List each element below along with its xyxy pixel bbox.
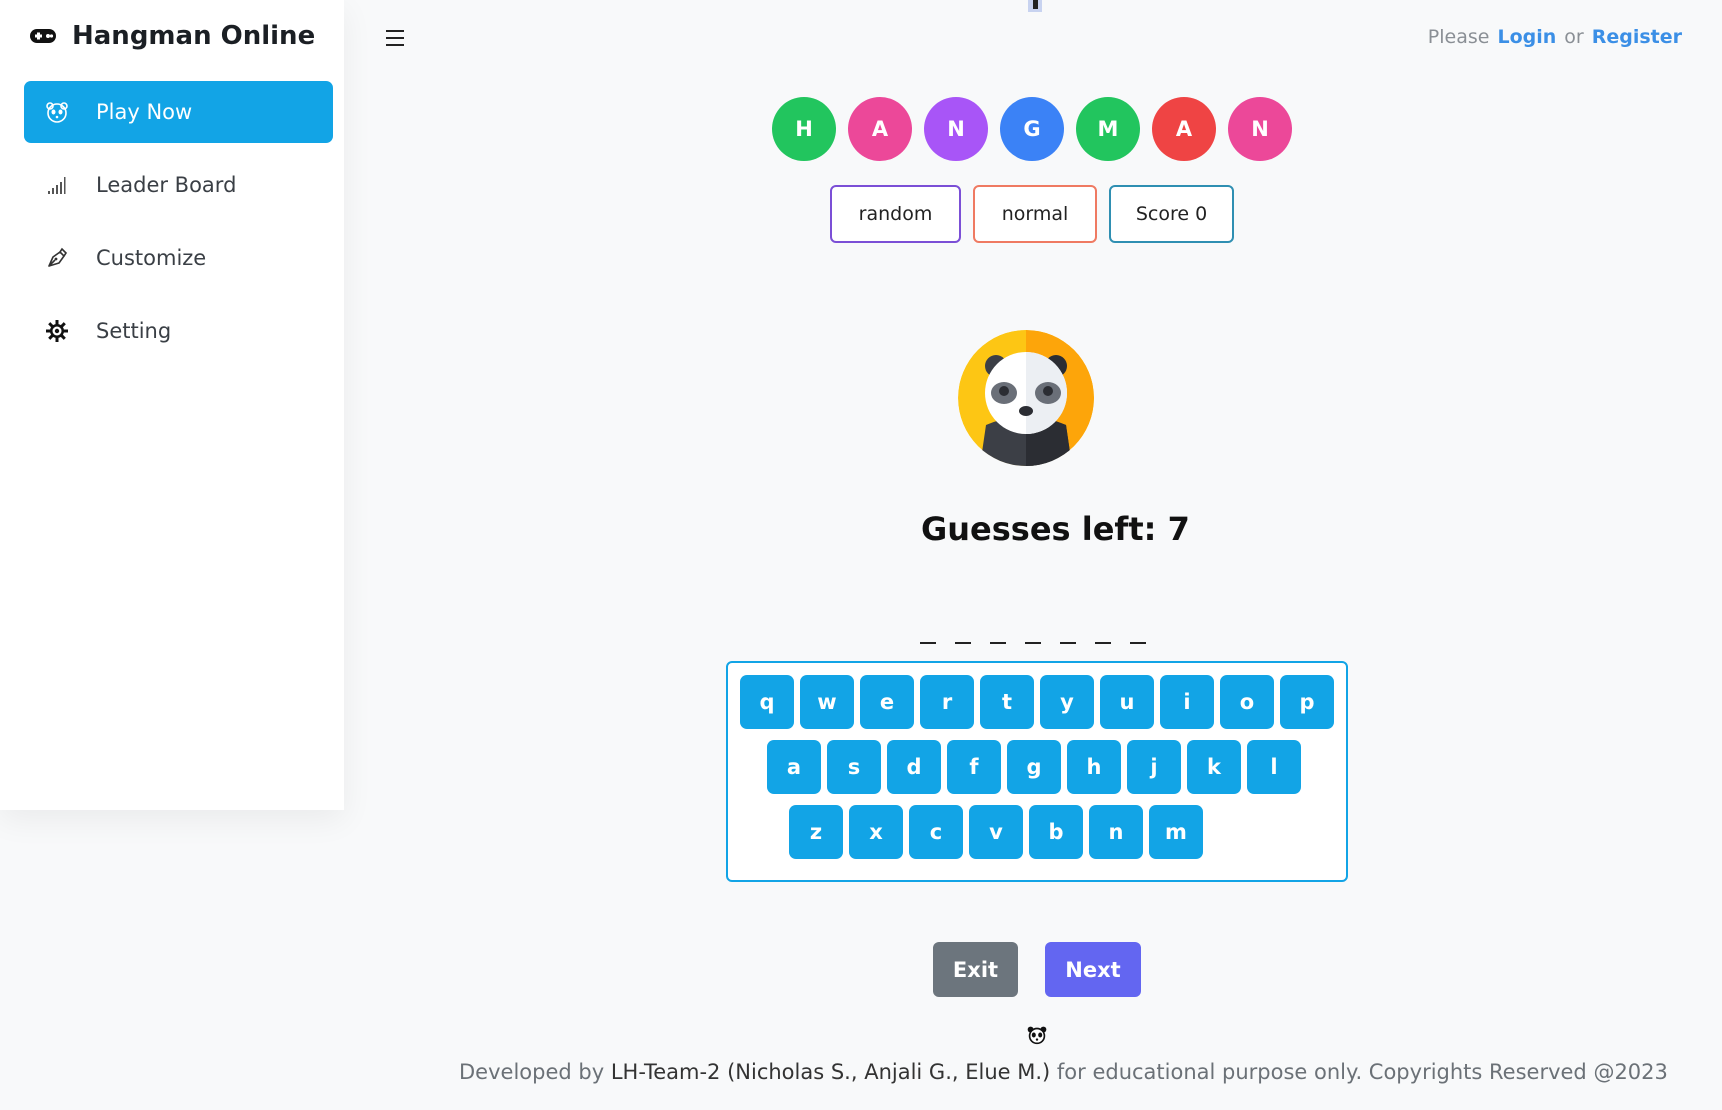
difficulty-badge: normal	[973, 185, 1097, 243]
sidebar-item-label: Play Now	[96, 100, 193, 124]
key-q[interactable]: q	[740, 675, 794, 729]
footer-team: LH-Team-2 (Nicholas S., Anjali G., Elue …	[610, 1060, 1051, 1084]
auth-prefix: Please	[1427, 26, 1490, 48]
key-d[interactable]: d	[887, 740, 941, 794]
menu-toggle-button[interactable]	[386, 26, 410, 50]
title-letter-circle: M	[1076, 97, 1140, 161]
auth-prompt: Please Login or Register	[1428, 26, 1682, 48]
keyboard-row-3: zxcvbnm	[789, 805, 1203, 859]
key-b[interactable]: b	[1029, 805, 1083, 859]
letter-blank	[1060, 642, 1076, 644]
category-badge: random	[830, 185, 961, 243]
sidebar-item-label: Leader Board	[96, 173, 237, 197]
key-k[interactable]: k	[1187, 740, 1241, 794]
key-j[interactable]: j	[1127, 740, 1181, 794]
pen-nib-icon	[44, 245, 70, 271]
title-letter-circle: N	[1228, 97, 1292, 161]
panda-icon	[44, 99, 70, 125]
sidebar-item-label: Customize	[96, 246, 207, 270]
title-letter-circle: A	[848, 97, 912, 161]
key-l[interactable]: l	[1247, 740, 1301, 794]
word-blanks	[920, 626, 1146, 644]
keyboard-row-2: asdfghjkl	[767, 740, 1301, 794]
key-r[interactable]: r	[920, 675, 974, 729]
guesses-left-text: Guesses left: 7	[921, 510, 1190, 548]
footer-prefix: Developed by	[459, 1060, 605, 1084]
brand[interactable]: Hangman Online	[30, 18, 315, 54]
key-z[interactable]: z	[789, 805, 843, 859]
guesses-left-container: Guesses left: 7	[921, 510, 1190, 548]
next-button[interactable]: Next	[1045, 942, 1141, 997]
title-letter-circle: N	[924, 97, 988, 161]
key-m[interactable]: m	[1149, 805, 1203, 859]
key-h[interactable]: h	[1067, 740, 1121, 794]
panda-icon	[1026, 1024, 1048, 1046]
sidebar-nav: Play Now Leader Board Customize Setting	[24, 81, 333, 373]
footer-credits: Developed by LH-Team-2 (Nicholas S., Anj…	[459, 1060, 1668, 1084]
key-x[interactable]: x	[849, 805, 903, 859]
key-n[interactable]: n	[1089, 805, 1143, 859]
title-letter-circles: HANGMAN	[772, 97, 1292, 161]
footer-suffix: for educational purpose only. Copyrights…	[1056, 1060, 1668, 1084]
letter-blank	[920, 642, 936, 644]
exit-button[interactable]: Exit	[933, 942, 1018, 997]
key-v[interactable]: v	[969, 805, 1023, 859]
login-link[interactable]: Login	[1497, 26, 1556, 48]
sidebar-item-customize[interactable]: Customize	[24, 227, 333, 289]
panda-avatar	[958, 330, 1094, 466]
letter-blank	[990, 642, 1006, 644]
title-letter-circle: G	[1000, 97, 1064, 161]
key-o[interactable]: o	[1220, 675, 1274, 729]
letter-blank	[1130, 642, 1146, 644]
title-letter-circle: A	[1152, 97, 1216, 161]
hamburger-line	[386, 37, 404, 39]
game-info-badges: random normal Score 0	[830, 185, 1234, 243]
hamburger-line	[386, 30, 404, 32]
letter-blank	[1025, 642, 1041, 644]
game-actions: Exit Next	[933, 942, 1141, 997]
sidebar-item-label: Setting	[96, 319, 172, 343]
key-s[interactable]: s	[827, 740, 881, 794]
key-e[interactable]: e	[860, 675, 914, 729]
brand-title: Hangman Online	[72, 21, 316, 51]
key-u[interactable]: u	[1100, 675, 1154, 729]
gamepad-icon	[30, 28, 56, 44]
hamburger-line	[386, 44, 404, 46]
signal-bars-icon	[44, 172, 70, 198]
sidebar-item-play-now[interactable]: Play Now	[24, 81, 333, 143]
title-letter-circle: H	[772, 97, 836, 161]
text-cursor-mark	[1028, 0, 1042, 12]
key-c[interactable]: c	[909, 805, 963, 859]
letter-keyboard: qwertyuiop asdfghjkl zxcvbnm	[726, 661, 1348, 882]
score-badge: Score 0	[1109, 185, 1234, 243]
key-f[interactable]: f	[947, 740, 1001, 794]
key-t[interactable]: t	[980, 675, 1034, 729]
key-a[interactable]: a	[767, 740, 821, 794]
key-i[interactable]: i	[1160, 675, 1214, 729]
auth-middle: or	[1564, 26, 1584, 48]
letter-blank	[1095, 642, 1111, 644]
gear-icon	[44, 318, 70, 344]
key-p[interactable]: p	[1280, 675, 1334, 729]
key-y[interactable]: y	[1040, 675, 1094, 729]
key-g[interactable]: g	[1007, 740, 1061, 794]
sidebar-item-leader-board[interactable]: Leader Board	[24, 154, 333, 216]
register-link[interactable]: Register	[1592, 26, 1682, 48]
key-w[interactable]: w	[800, 675, 854, 729]
sidebar: Hangman Online Play Now Leader Board Cus…	[0, 0, 344, 810]
sidebar-item-setting[interactable]: Setting	[24, 300, 333, 362]
keyboard-row-1: qwertyuiop	[740, 675, 1334, 729]
letter-blank	[955, 642, 971, 644]
